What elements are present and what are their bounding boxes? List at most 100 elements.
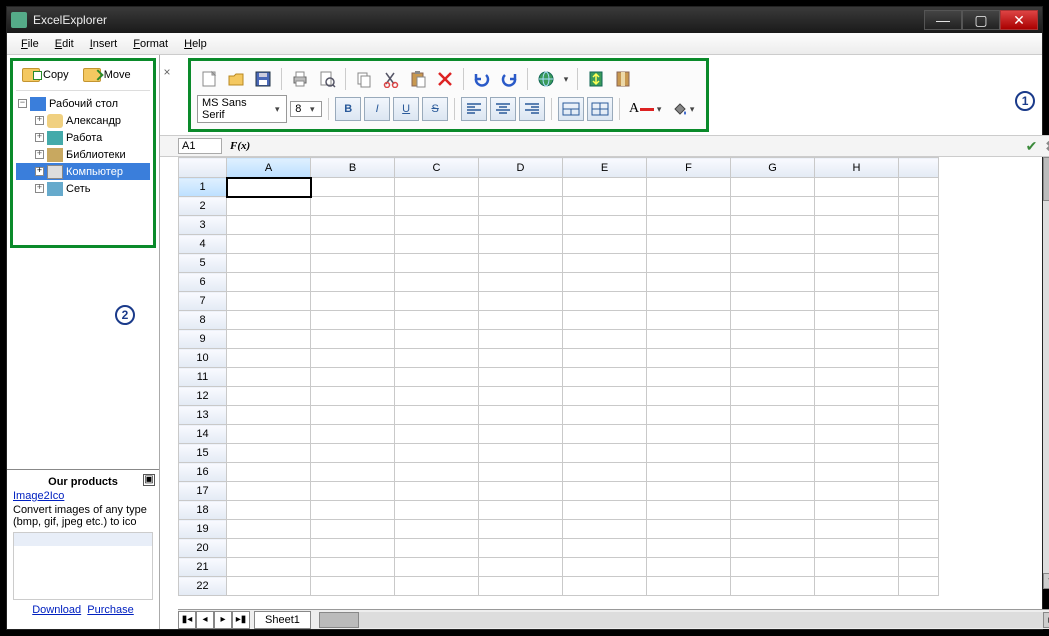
cell[interactable] [395,444,479,463]
cell[interactable] [815,482,899,501]
formula-cancel-icon[interactable]: ✖ [1045,138,1049,155]
italic-button[interactable]: I [364,97,390,121]
cell[interactable] [731,368,815,387]
row-header[interactable]: 13 [179,406,227,425]
cell[interactable] [563,539,647,558]
folder-tree[interactable]: − Рабочий стол +Александр +Работа +Библи… [16,95,150,197]
row-header[interactable]: 19 [179,520,227,539]
cell[interactable] [311,197,395,216]
align-left-button[interactable] [461,97,487,121]
cell[interactable] [563,292,647,311]
row-header[interactable]: 17 [179,482,227,501]
cell[interactable] [395,349,479,368]
cell[interactable] [395,216,479,235]
cell[interactable] [731,406,815,425]
cell[interactable] [227,387,311,406]
cell[interactable] [647,216,731,235]
align-right-button[interactable] [519,97,545,121]
product-title-link[interactable]: Image2Ico [13,490,64,502]
cell[interactable] [647,406,731,425]
cell[interactable] [647,235,731,254]
new-button[interactable] [197,67,221,91]
open-button[interactable] [224,67,248,91]
cell[interactable] [563,235,647,254]
cell[interactable] [731,235,815,254]
cell[interactable] [731,444,815,463]
cell[interactable] [479,577,563,596]
save-button[interactable] [251,67,275,91]
cell[interactable] [815,444,899,463]
row-header[interactable]: 8 [179,311,227,330]
purchase-link[interactable]: Purchase [87,604,133,616]
cell[interactable] [479,197,563,216]
menu-help[interactable]: Help [178,36,213,52]
column-header[interactable]: H [815,158,899,178]
cell[interactable] [563,482,647,501]
cell[interactable] [815,406,899,425]
tree-item-work[interactable]: +Работа [16,129,150,146]
cell[interactable] [479,235,563,254]
dropdown-icon[interactable]: ▾ [561,74,571,85]
vertical-scrollbar[interactable]: ▾ [1043,157,1049,589]
next-sheet-button[interactable]: ▸ [214,611,232,629]
merge-cells-button[interactable] [558,97,584,121]
print-preview-button[interactable] [315,67,339,91]
cell[interactable] [479,444,563,463]
cell[interactable] [395,482,479,501]
download-link[interactable]: Download [32,604,81,616]
vscroll-thumb[interactable] [1043,157,1049,201]
copy-button[interactable]: Copy [18,66,73,84]
row-header[interactable]: 7 [179,292,227,311]
formula-accept-icon[interactable]: ✔ [1026,138,1038,155]
cell[interactable] [815,235,899,254]
tree-item-computer[interactable]: +Компьютер [16,163,150,180]
copy-toolbar-button[interactable] [352,67,376,91]
cell[interactable] [815,178,899,197]
column-header[interactable]: F [647,158,731,178]
row-header[interactable]: 18 [179,501,227,520]
minimize-button[interactable]: — [924,10,962,30]
cell[interactable] [647,349,731,368]
cell[interactable] [815,577,899,596]
redo-button[interactable] [497,67,521,91]
menu-insert[interactable]: Insert [84,36,124,52]
cell[interactable] [731,539,815,558]
cell[interactable] [731,197,815,216]
cell[interactable] [731,463,815,482]
menu-edit[interactable]: Edit [49,36,80,52]
cell[interactable] [647,463,731,482]
cell[interactable] [227,368,311,387]
cell[interactable] [563,501,647,520]
cell[interactable] [647,273,731,292]
cell[interactable] [311,330,395,349]
cell[interactable] [563,425,647,444]
cell[interactable] [647,425,731,444]
cell[interactable] [479,349,563,368]
cell[interactable] [563,444,647,463]
products-close-icon[interactable]: ▣ [143,474,155,486]
cell[interactable] [227,292,311,311]
split-cells-button[interactable] [587,97,613,121]
cell[interactable] [647,520,731,539]
collapse-sidebar-button[interactable]: × [160,55,174,135]
cell[interactable] [395,368,479,387]
row-header[interactable]: 4 [179,235,227,254]
cell[interactable] [395,330,479,349]
cell[interactable] [731,482,815,501]
align-center-button[interactable] [490,97,516,121]
row-header[interactable]: 14 [179,425,227,444]
cell[interactable] [311,273,395,292]
cell[interactable] [647,482,731,501]
cell[interactable] [647,330,731,349]
column-header[interactable]: A [227,158,311,178]
move-button[interactable]: Move [79,66,135,84]
fill-color-button[interactable]: ▾ [670,97,700,121]
cell[interactable] [731,254,815,273]
row-header[interactable]: 5 [179,254,227,273]
cell[interactable] [479,254,563,273]
print-button[interactable] [288,67,312,91]
cell[interactable] [647,577,731,596]
cell[interactable] [227,482,311,501]
cell[interactable] [647,368,731,387]
cell[interactable] [395,577,479,596]
